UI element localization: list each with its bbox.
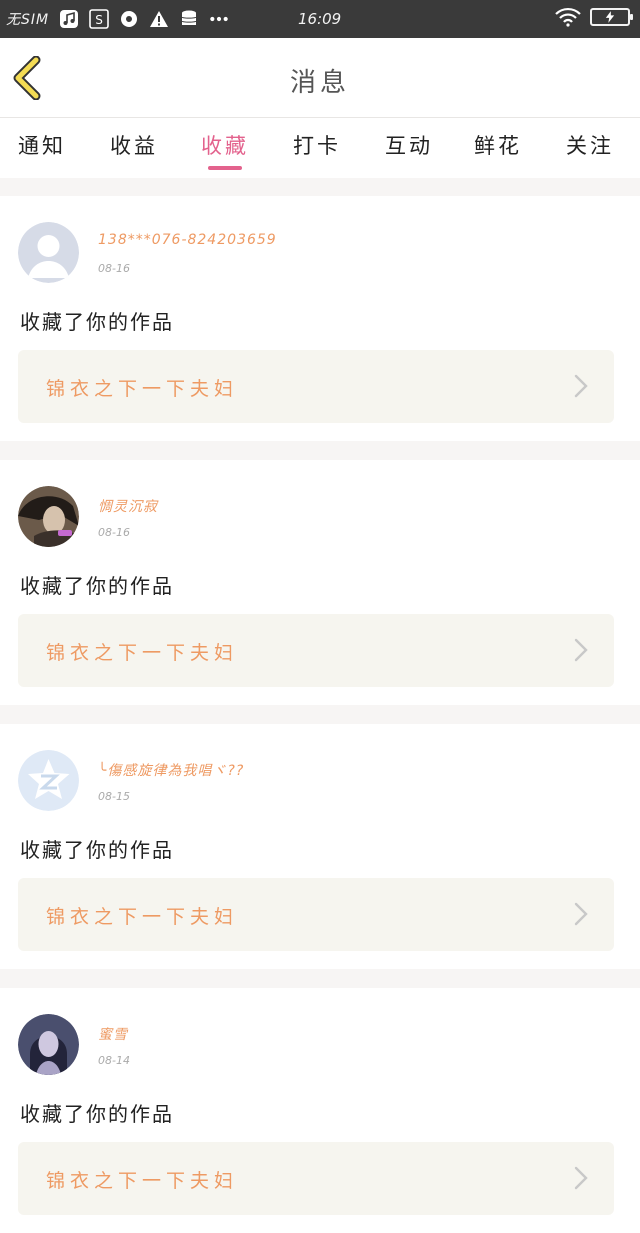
tab-earnings[interactable]: 收益 [110, 130, 158, 160]
username[interactable]: 惆灵沉寂 [98, 496, 158, 516]
avatar[interactable] [18, 222, 79, 283]
tab-bar: 通知 收益 收藏 打卡 互动 鲜花 关注 [0, 118, 640, 178]
battery-charging-icon [590, 8, 633, 26]
chevron-right-icon [574, 374, 588, 398]
work-link[interactable]: 锦衣之下一下夫妇 [18, 614, 614, 687]
work-link[interactable]: 锦衣之下一下夫妇 [18, 878, 614, 951]
tab-favorites[interactable]: 收藏 [201, 130, 249, 160]
svg-text:S: S [95, 13, 103, 27]
message-card: 蜜雪 08-14 收藏了你的作品 锦衣之下一下夫妇 [0, 988, 640, 1233]
wifi-icon [554, 7, 582, 27]
more-dots-icon [209, 9, 229, 29]
work-title: 锦衣之下一下夫妇 [46, 906, 239, 928]
tab-checkin[interactable]: 打卡 [293, 130, 341, 160]
warning-icon [149, 9, 169, 29]
message-card: 138***076-824203659 08-16 收藏了你的作品 锦衣之下一下… [0, 196, 640, 441]
status-bar: 无SIM S 16:09 [0, 0, 640, 38]
status-time: 16:09 [298, 10, 342, 28]
action-text: 收藏了你的作品 [20, 310, 174, 334]
action-text: 收藏了你的作品 [20, 838, 174, 862]
active-tab-indicator [208, 166, 242, 170]
username[interactable]: ╰傷感旋律為我唱ヾ?? [98, 760, 244, 780]
work-link[interactable]: 锦衣之下一下夫妇 [18, 1142, 614, 1215]
work-title: 锦衣之下一下夫妇 [46, 378, 239, 400]
message-card: 惆灵沉寂 08-16 收藏了你的作品 锦衣之下一下夫妇 [0, 460, 640, 705]
page-title: 消息 [289, 68, 350, 98]
username[interactable]: 蜜雪 [98, 1024, 128, 1044]
action-text: 收藏了你的作品 [20, 574, 174, 598]
chevron-right-icon [574, 902, 588, 926]
work-link[interactable]: 锦衣之下一下夫妇 [18, 350, 614, 423]
message-date: 08-16 [98, 526, 130, 539]
username[interactable]: 138***076-824203659 [98, 232, 277, 248]
nav-header: 消息 [0, 38, 640, 118]
at-icon [119, 9, 139, 29]
work-title: 锦衣之下一下夫妇 [46, 642, 239, 664]
message-date: 08-14 [98, 1054, 130, 1067]
tab-interaction[interactable]: 互动 [385, 130, 433, 160]
avatar[interactable] [18, 750, 79, 811]
carrier-label: 无SIM [6, 12, 50, 28]
message-card: ╰傷感旋律為我唱ヾ?? 08-15 收藏了你的作品 锦衣之下一下夫妇 [0, 724, 640, 969]
database-icon [179, 9, 199, 29]
work-title: 锦衣之下一下夫妇 [46, 1170, 239, 1192]
tab-notifications[interactable]: 通知 [18, 130, 66, 160]
s-app-icon: S [89, 9, 109, 29]
avatar[interactable] [18, 1014, 79, 1075]
message-date: 08-16 [98, 262, 130, 275]
chevron-right-icon [574, 1166, 588, 1190]
tab-flowers[interactable]: 鲜花 [474, 130, 522, 160]
music-icon [59, 9, 79, 29]
chevron-right-icon [574, 638, 588, 662]
avatar[interactable] [18, 486, 79, 547]
action-text: 收藏了你的作品 [20, 1102, 174, 1126]
message-date: 08-15 [98, 790, 130, 803]
tab-follow[interactable]: 关注 [566, 130, 614, 160]
